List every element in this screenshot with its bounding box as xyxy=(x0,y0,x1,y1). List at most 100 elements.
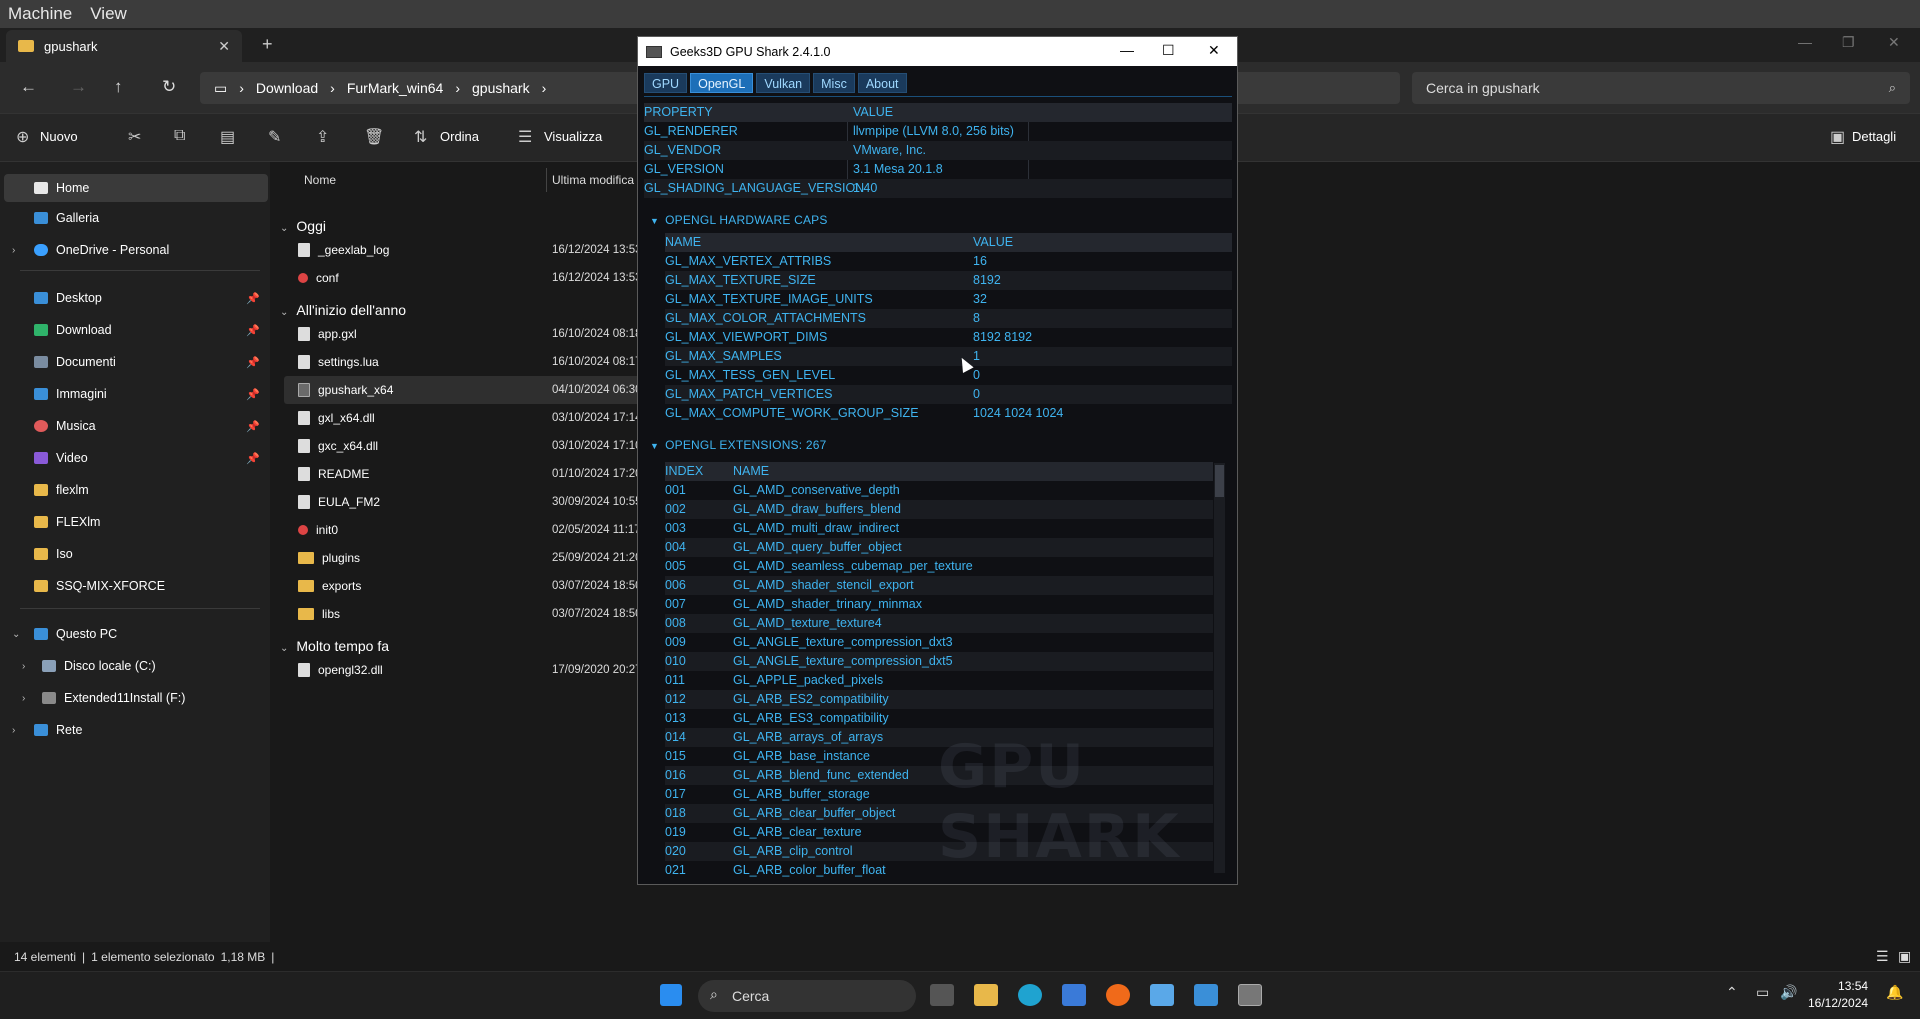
close-tab-icon[interactable]: ✕ xyxy=(218,38,230,55)
nav-music[interactable]: Musica 📌 xyxy=(0,412,268,440)
up-icon[interactable]: ↑ xyxy=(114,77,123,97)
volume-icon[interactable]: 🔊 xyxy=(1780,984,1797,1001)
search-input[interactable]: Cerca in gpushark ⌕ xyxy=(1412,72,1910,104)
tab-gpushark[interactable]: gpushark ✕ xyxy=(6,30,242,62)
copy-icon[interactable]: ⧉ xyxy=(174,127,185,145)
section-extensions[interactable]: ▼ OPENGL EXTENSIONS: 267 xyxy=(650,438,826,452)
nav-onedrive[interactable]: › OneDrive - Personal xyxy=(0,236,268,264)
clock[interactable]: 13:54 16/12/2024 xyxy=(1808,978,1868,1012)
chevron-right-icon[interactable]: › xyxy=(22,661,25,672)
file-row[interactable]: gxl_x64.dll 03/10/2024 17:14 xyxy=(284,404,652,432)
minimize-icon[interactable]: — xyxy=(1120,42,1134,58)
gpushark-titlebar[interactable]: Geeks3D GPU Shark 2.4.1.0 — ☐ ✕ xyxy=(638,37,1237,66)
chevron-down-icon[interactable]: ⌄ xyxy=(12,629,20,640)
rename-icon[interactable]: ✎ xyxy=(268,127,281,147)
photos-icon[interactable] xyxy=(1194,984,1218,1006)
tab-misc[interactable]: Misc xyxy=(813,73,855,93)
tile-view-icon[interactable]: ▣ xyxy=(1898,948,1911,965)
nav-flexlm[interactable]: flexlm xyxy=(0,476,268,504)
paste-icon[interactable]: ▤ xyxy=(220,127,235,147)
close-icon[interactable]: ✕ xyxy=(1208,42,1220,59)
tab-about[interactable]: About xyxy=(857,73,907,93)
file-row[interactable]: app.gxl 16/10/2024 08:18 xyxy=(284,320,652,348)
forward-icon[interactable]: → xyxy=(70,77,87,97)
nav-video[interactable]: Video 📌 xyxy=(0,444,268,472)
nav-disk-c[interactable]: › Disco locale (C:) xyxy=(0,652,268,680)
sort-button[interactable]: Ordina xyxy=(440,129,479,144)
new-tab-icon[interactable]: + xyxy=(262,34,273,55)
restore-icon[interactable]: ❐ xyxy=(1842,34,1855,51)
chevron-right-icon[interactable]: › xyxy=(22,693,25,704)
file-row[interactable]: exports 03/07/2024 18:50 xyxy=(284,572,652,600)
notification-icon[interactable]: 🔔 xyxy=(1886,984,1903,1001)
nav-iso[interactable]: Iso xyxy=(0,540,268,568)
share-icon[interactable]: ⇪ xyxy=(316,127,329,147)
nav-documents[interactable]: Documenti 📌 xyxy=(0,348,268,376)
nav-home[interactable]: Home xyxy=(4,174,268,202)
new-button[interactable]: Nuovo xyxy=(40,129,78,144)
breadcrumb-furmark[interactable]: FurMark_win64 xyxy=(347,80,443,96)
tab-opengl[interactable]: OpenGL xyxy=(690,73,754,93)
file-row[interactable]: gxc_x64.dll 03/10/2024 17:10 xyxy=(284,432,652,460)
section-hardware-caps[interactable]: ▼ OPENGL HARDWARE CAPS xyxy=(650,213,828,227)
pin-icon[interactable]: 📌 xyxy=(246,324,260,337)
chevron-right-icon[interactable]: › xyxy=(12,725,15,736)
column-name[interactable]: Nome xyxy=(304,162,336,198)
start-icon[interactable] xyxy=(660,984,682,1006)
nav-this-pc[interactable]: ⌄ Questo PC xyxy=(0,620,268,648)
edge-icon[interactable] xyxy=(1018,984,1042,1006)
details-button[interactable]: Dettagli xyxy=(1852,129,1896,144)
pin-icon[interactable]: 📌 xyxy=(246,356,260,369)
task-view-icon[interactable] xyxy=(930,984,954,1006)
vm-menu-view[interactable]: View xyxy=(90,4,127,24)
file-row[interactable]: settings.lua 16/10/2024 08:17 xyxy=(284,348,652,376)
file-explorer-icon[interactable] xyxy=(974,984,998,1006)
file-row[interactable]: libs 03/07/2024 18:50 xyxy=(284,600,652,628)
file-row[interactable]: plugins 25/09/2024 21:20 xyxy=(284,544,652,572)
network-icon[interactable]: ▭ xyxy=(1756,984,1769,1001)
maximize-icon[interactable]: ☐ xyxy=(1162,42,1175,59)
tab-vulkan[interactable]: Vulkan xyxy=(756,73,811,93)
pin-icon[interactable]: 📌 xyxy=(246,452,260,465)
view-button[interactable]: Visualizza xyxy=(544,129,602,144)
nav-network[interactable]: › Rete xyxy=(0,716,268,744)
back-icon[interactable]: ← xyxy=(20,77,37,97)
refresh-icon[interactable]: ↻ xyxy=(162,77,176,97)
delete-icon[interactable]: 🗑 xyxy=(364,127,384,147)
group-year[interactable]: ⌄ All'inizio dell'anno xyxy=(280,302,406,318)
chevron-up-icon[interactable]: ⌃ xyxy=(1726,984,1738,1001)
file-row[interactable]: README 01/10/2024 17:20 xyxy=(284,460,652,488)
nav-gallery[interactable]: Galleria xyxy=(0,204,268,232)
minimize-icon[interactable]: — xyxy=(1798,34,1812,50)
taskbar-search[interactable]: ⌕ Cerca xyxy=(698,980,916,1012)
group-long-ago[interactable]: ⌄ Molto tempo fa xyxy=(280,638,389,654)
nav-desktop[interactable]: Desktop 📌 xyxy=(0,284,268,312)
close-window-icon[interactable]: ✕ xyxy=(1888,34,1900,51)
chevron-right-icon[interactable]: › xyxy=(12,245,15,256)
pin-icon[interactable]: 📌 xyxy=(246,388,260,401)
breadcrumb-download[interactable]: Download xyxy=(256,80,318,96)
pin-icon[interactable]: 📌 xyxy=(246,292,260,305)
nav-download[interactable]: Download 📌 xyxy=(0,316,268,344)
column-modified[interactable]: Ultima modifica xyxy=(552,162,634,198)
file-row[interactable]: conf 16/12/2024 13:53 xyxy=(284,264,652,292)
file-row[interactable]: _geexlab_log 16/12/2024 13:53 xyxy=(284,236,652,264)
pin-icon[interactable]: 📌 xyxy=(246,420,260,433)
nav-flexlm2[interactable]: FLEXlm xyxy=(0,508,268,536)
file-row[interactable]: EULA_FM2 30/09/2024 10:55 xyxy=(284,488,652,516)
store-icon[interactable] xyxy=(1062,984,1086,1006)
group-today[interactable]: ⌄ Oggi xyxy=(280,218,326,234)
list-view-icon[interactable]: ☰ xyxy=(1876,948,1889,965)
vm-menu-machine[interactable]: Machine xyxy=(8,4,72,24)
breadcrumb-gpushark[interactable]: gpushark xyxy=(472,80,530,96)
nav-disk-f[interactable]: › Extended11Install (F:) xyxy=(0,684,268,712)
firefox-icon[interactable] xyxy=(1106,984,1130,1006)
cut-icon[interactable]: ✂ xyxy=(128,127,141,147)
gpushark-taskbar-icon[interactable] xyxy=(1238,984,1262,1006)
file-row[interactable]: init0 02/05/2024 11:17 xyxy=(284,516,652,544)
file-row[interactable]: opengl32.dll 17/09/2020 20:27 xyxy=(284,656,652,684)
nav-pictures[interactable]: Immagini 📌 xyxy=(0,380,268,408)
app-icon[interactable] xyxy=(1150,984,1174,1006)
tab-gpu[interactable]: GPU xyxy=(644,73,688,93)
nav-ssq[interactable]: SSQ-MIX-XFORCE xyxy=(0,572,268,600)
